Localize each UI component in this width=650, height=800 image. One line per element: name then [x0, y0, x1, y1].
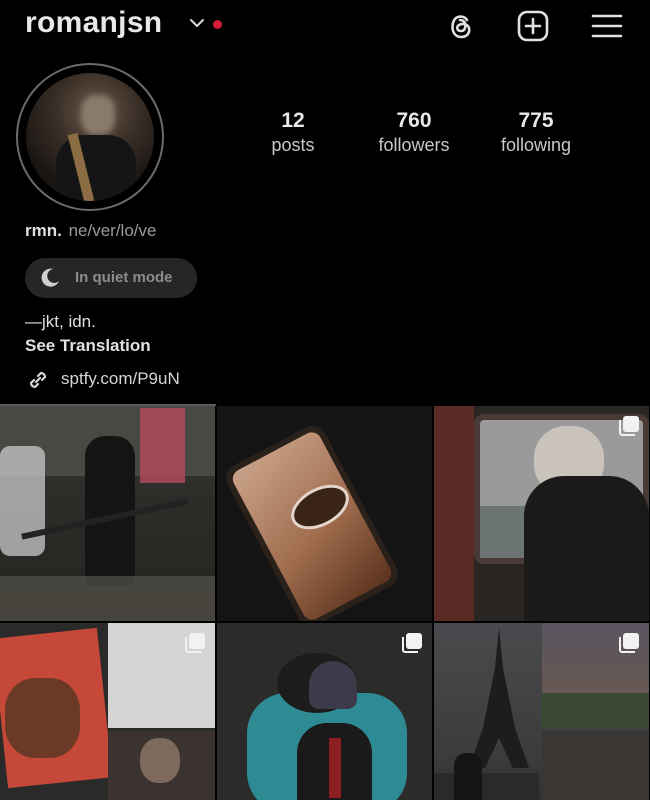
beanie: [309, 661, 357, 709]
following-number: 775: [518, 109, 554, 132]
carousel-icon: [617, 414, 641, 438]
eiffel-tower: [469, 628, 529, 768]
following-label: following: [500, 135, 572, 155]
quiet-mode-badge[interactable]: In quiet mode: [25, 258, 197, 298]
menu-icon[interactable]: [590, 9, 624, 43]
avatar-face: [81, 95, 115, 135]
bio-link-text: sptfy.com/P9uN: [61, 369, 180, 388]
bare-trees-photo: [542, 731, 649, 800]
notification-dot: [213, 20, 222, 29]
see-translation-link[interactable]: See Translation: [25, 336, 151, 356]
top-bar: romanjsn: [0, 0, 650, 58]
plaza: [434, 773, 539, 800]
red-scarf: [329, 738, 341, 798]
link-icon: [29, 371, 47, 389]
magazine-face: [5, 678, 80, 758]
posts-number: 12: [281, 109, 305, 132]
followers-number: 760: [396, 109, 432, 132]
billboard: [140, 408, 185, 483]
posts-label: posts: [271, 135, 315, 155]
posts-count[interactable]: 12 posts: [252, 108, 334, 156]
post-phone-eye[interactable]: [217, 406, 432, 621]
followers-count[interactable]: 760 followers: [364, 108, 464, 156]
following-count[interactable]: 775 following: [488, 108, 584, 156]
park-trees: [542, 693, 649, 728]
person-jacket: [524, 476, 649, 621]
username-switcher[interactable]: romanjsn: [25, 6, 162, 40]
chevron-down-icon[interactable]: [189, 15, 205, 31]
post-bumper-car[interactable]: [217, 623, 432, 800]
avatar[interactable]: [26, 73, 154, 201]
carousel-icon: [400, 631, 424, 655]
followers-label: followers: [378, 135, 450, 155]
selfie-face: [140, 738, 180, 783]
moon-icon: [41, 268, 59, 287]
carousel-icon: [617, 631, 641, 655]
create-post-icon[interactable]: [516, 9, 550, 43]
bio-text: —jkt, idn.: [25, 312, 96, 331]
quiet-mode-label: In quiet mode: [75, 269, 173, 286]
post-street-photo[interactable]: [0, 406, 215, 621]
pavement: [0, 576, 215, 621]
threads-icon[interactable]: [443, 9, 477, 43]
post-magazine-collage[interactable]: [0, 623, 215, 800]
train-wall: [434, 406, 474, 621]
post-eiffel-collage[interactable]: [434, 623, 649, 800]
pronouns: ne/ver/lo/ve: [68, 221, 157, 240]
person-small: [454, 753, 482, 800]
profile-name-row: rmn. ne/ver/lo/ve: [25, 221, 156, 241]
carousel-icon: [183, 631, 207, 655]
post-train-window[interactable]: [434, 406, 649, 621]
display-name: rmn.: [25, 221, 62, 240]
avatar-body: [56, 135, 136, 201]
